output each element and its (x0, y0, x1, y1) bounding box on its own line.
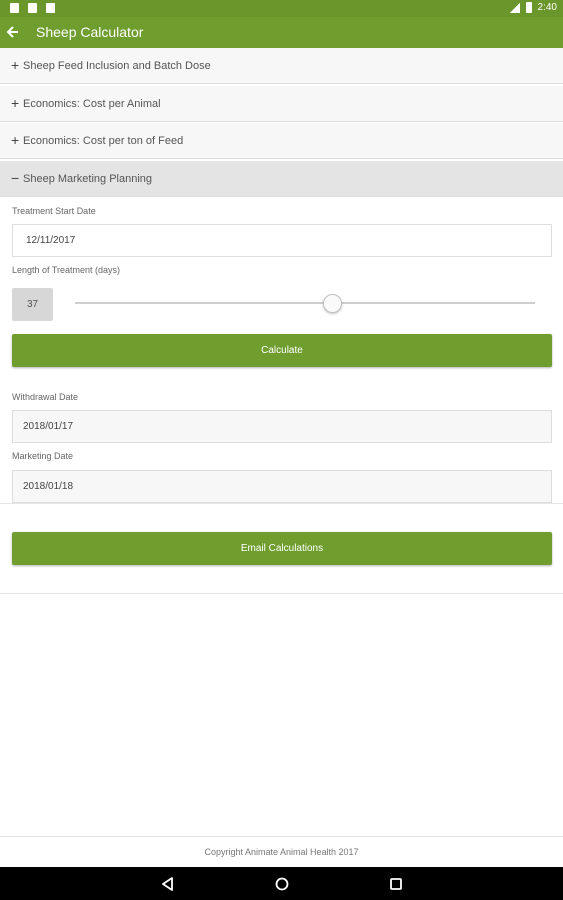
divider (0, 593, 563, 594)
signal-icon (509, 2, 520, 13)
length-slider-track[interactable] (75, 302, 535, 304)
marketing-date-field: 2018/01/18 (12, 470, 552, 503)
withdrawal-date-field: 2018/01/17 (12, 410, 552, 443)
marketing-date-label: Marketing Date (12, 451, 74, 461)
expand-icon: + (11, 132, 20, 148)
start-date-label: Treatment Start Date (12, 206, 96, 216)
status-time: 2:40 (537, 2, 557, 13)
section-marketing-planning[interactable]: − Sheep Marketing Planning (0, 161, 563, 197)
section-label: Sheep Marketing Planning (23, 173, 153, 185)
collapse-icon: − (11, 170, 20, 186)
nav-home-icon[interactable] (274, 876, 290, 892)
email-calculations-button[interactable]: Email Calculations (12, 532, 552, 565)
section-cost-per-animal[interactable]: + Economics: Cost per Animal (0, 86, 563, 122)
length-slider-thumb[interactable] (323, 294, 343, 313)
section-cost-per-ton[interactable]: + Economics: Cost per ton of Feed (0, 123, 563, 159)
expand-icon: + (11, 95, 20, 111)
start-date-input[interactable]: 12/11/2017 (12, 224, 552, 257)
section-label: Economics: Cost per ton of Feed (23, 135, 184, 147)
nav-back-icon[interactable] (160, 876, 176, 892)
battery-icon (525, 2, 532, 13)
section-label: Economics: Cost per Animal (23, 98, 161, 110)
expand-icon: + (11, 57, 20, 73)
alert-icon (46, 3, 55, 13)
nav-bar (0, 867, 563, 900)
calculate-button[interactable]: Calculate (12, 334, 552, 367)
section-label: Sheep Feed Inclusion and Batch Dose (23, 60, 211, 72)
file-icon (10, 3, 19, 13)
footer-copyright: Copyright Animate Animal Health 2017 (0, 836, 563, 867)
app-bar: Sheep Calculator (0, 17, 563, 48)
back-arrow-icon[interactable] (6, 20, 20, 50)
length-label: Length of Treatment (days) (12, 265, 121, 275)
section-feed-inclusion[interactable]: + Sheep Feed Inclusion and Batch Dose (0, 48, 563, 84)
app-title: Sheep Calculator (36, 24, 144, 40)
nav-recents-icon[interactable] (388, 876, 404, 892)
status-bar: 2:40 (0, 0, 563, 17)
length-value-box[interactable]: 37 (12, 288, 53, 321)
n-icon (28, 3, 37, 13)
withdrawal-date-label: Withdrawal Date (12, 392, 79, 402)
divider (0, 503, 563, 504)
